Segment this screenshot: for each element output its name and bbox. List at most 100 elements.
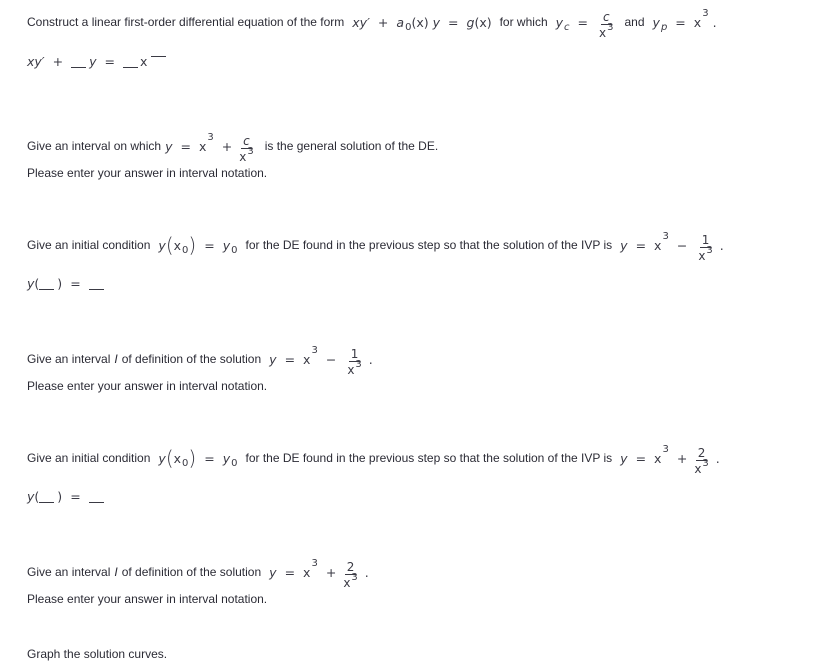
subscript: 0 — [405, 21, 412, 33]
y0-blank-input[interactable] — [88, 288, 104, 290]
var-y: y — [432, 14, 441, 30]
den-exponent: 3 — [351, 572, 358, 583]
equals-sign: = — [180, 138, 191, 154]
base-x: x — [303, 351, 311, 367]
coef-a: a — [396, 14, 405, 30]
plus-sign: + — [676, 450, 688, 466]
right-paren: ) — [57, 489, 63, 504]
yc-fraction: c x3 — [599, 11, 613, 41]
y0-blank-input[interactable] — [88, 501, 104, 503]
q3-prompt: Give an initial condition y( x0 ) = y0 f… — [27, 230, 724, 263]
plus-sign: + — [221, 138, 233, 154]
fraction-denominator: x3 — [239, 146, 254, 165]
x0-blank-input[interactable] — [39, 288, 55, 290]
equals-sign: = — [577, 14, 589, 30]
var-y: y — [27, 489, 35, 504]
exponent: 3 — [662, 230, 669, 242]
func-g: g — [466, 14, 475, 30]
equals-sign: = — [448, 14, 459, 30]
var-x: x — [140, 54, 148, 69]
den-base: x — [694, 462, 702, 476]
q5-prompt-mid: for the DE found in the previous step so… — [245, 451, 613, 465]
den-exponent: 3 — [247, 146, 254, 157]
fraction-denominator: x3 — [347, 359, 362, 378]
q2-note: Please enter your answer in interval not… — [27, 166, 268, 180]
exponent: 3 — [311, 557, 318, 569]
base-x: x — [654, 450, 662, 466]
and-text: and — [624, 15, 645, 29]
q1-form-lhs: xy′ — [352, 14, 370, 30]
interval-I: I — [114, 352, 118, 366]
var-y: y — [158, 237, 166, 253]
subscript: 0 — [182, 457, 189, 469]
plus-sign: + — [52, 54, 64, 69]
q5-answer-row: y( ) = — [27, 489, 104, 504]
var-x: x — [173, 237, 182, 253]
var-y: y — [158, 450, 166, 466]
solution-fraction: 2 x3 — [343, 561, 357, 591]
q3-prompt-mid: for the DE found in the previous step so… — [245, 238, 613, 252]
var-y: y — [269, 351, 277, 367]
subscript: 0 — [231, 244, 238, 256]
equals-sign: = — [70, 489, 81, 504]
q3-answer-row: y( ) = — [27, 276, 104, 291]
rhs-coefficient-blank-input[interactable] — [123, 66, 139, 68]
exponent-blank-input[interactable] — [151, 55, 167, 57]
q6-prompt-text: Give an interval — [27, 565, 111, 579]
q4-prompt-text: Give an interval — [27, 352, 111, 366]
var-x: x — [173, 450, 182, 466]
x0-blank-input[interactable] — [39, 501, 55, 503]
den-exponent: 3 — [355, 359, 362, 370]
right-paren: ) — [188, 446, 197, 470]
q4-prompt-mid: of definition of the solution — [121, 352, 262, 366]
subscript: 0 — [182, 244, 189, 256]
right-paren: ) — [57, 276, 63, 291]
period: . — [715, 450, 720, 466]
den-base: x — [239, 150, 247, 164]
minus-sign: − — [325, 351, 337, 367]
arg-x: (x) — [474, 14, 492, 30]
period: . — [712, 14, 717, 30]
base-x: x — [198, 138, 207, 154]
q2-prompt: Give an interval on which y = x3 + c x3 … — [27, 131, 439, 164]
equals-sign: = — [635, 237, 647, 253]
subscript: 0 — [231, 457, 238, 469]
q3-prompt-text: Give an initial condition — [27, 238, 151, 252]
var-y: y — [620, 450, 628, 466]
left-paren: ( — [165, 446, 174, 470]
minus-sign: − — [676, 237, 688, 253]
yp-subscript: p — [660, 21, 668, 33]
den-base: x — [599, 26, 607, 40]
equals-sign: = — [204, 237, 215, 253]
yc-var: y — [555, 14, 564, 30]
q5-prompt-text: Give an initial condition — [27, 451, 151, 465]
var-y0: y — [222, 450, 231, 466]
answer-lhs: xy′ — [27, 54, 45, 69]
equals-sign: = — [284, 351, 296, 367]
q2-prompt-suffix: is the general solution of the DE. — [264, 139, 439, 153]
fraction-denominator: x3 — [343, 572, 358, 591]
general-solution-fraction: c x3 — [239, 135, 253, 165]
yp-exponent: 3 — [702, 7, 709, 19]
fraction-denominator: x3 — [698, 245, 712, 264]
exponent: 3 — [311, 344, 318, 356]
solution-fraction: 1 x3 — [347, 348, 361, 378]
for-which-text: for which — [499, 15, 548, 29]
var-y: y — [89, 54, 97, 69]
den-base: x — [347, 363, 355, 377]
q1-answer-row: xy′ + y = x — [27, 54, 167, 69]
plus-sign: + — [325, 564, 337, 580]
den-exponent: 3 — [702, 458, 709, 469]
equals-sign: = — [635, 450, 647, 466]
equals-sign: = — [70, 276, 81, 291]
den-base: x — [343, 576, 351, 590]
coefficient-blank-input[interactable] — [71, 66, 87, 68]
fraction-denominator: x3 — [694, 458, 709, 477]
yp-var: y — [652, 14, 660, 30]
q1-prompt-text: Construct a linear first-order different… — [27, 15, 345, 29]
q5-prompt: Give an initial condition y( x0 ) = y0 f… — [27, 443, 720, 476]
q6-prompt-mid: of definition of the solution — [121, 565, 262, 579]
equals-sign: = — [284, 564, 296, 580]
q2-prompt-text: Give an interval on which — [27, 139, 162, 153]
var-y: y — [165, 138, 173, 154]
